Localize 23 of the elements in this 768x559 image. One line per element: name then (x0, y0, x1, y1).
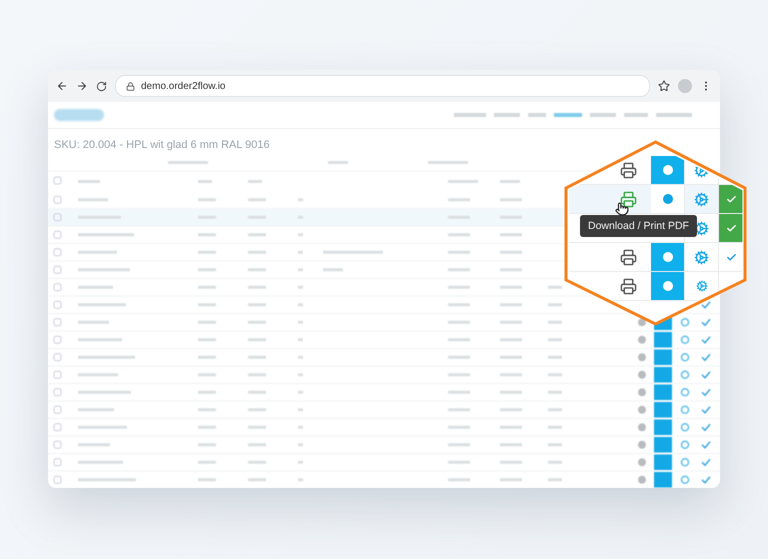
forward-icon[interactable] (76, 80, 88, 92)
settings-button[interactable] (651, 156, 685, 184)
settings-button[interactable] (651, 185, 685, 213)
settings-button[interactable] (651, 243, 685, 271)
settings-button[interactable] (651, 272, 685, 300)
check-icon (726, 194, 736, 204)
printer-icon[interactable] (620, 278, 637, 294)
back-icon[interactable] (56, 80, 68, 92)
printer-icon[interactable] (620, 248, 637, 266)
printer-icon[interactable] (620, 162, 637, 178)
done-button[interactable] (719, 185, 743, 213)
printer-icon[interactable] (620, 190, 637, 208)
address-bar[interactable]: demo.order2flow.io (115, 75, 650, 97)
lock-icon (126, 82, 135, 90)
done-button[interactable] (719, 214, 743, 242)
bookmark-icon[interactable] (658, 80, 670, 92)
page-title: SKU: 20.004 - HPL wit glad 6 mm RAL 9016 (53, 138, 271, 153)
check-icon (726, 252, 736, 262)
check-icon (726, 222, 736, 234)
logo-icon (54, 109, 104, 121)
url-text: demo.order2flow.io (141, 80, 226, 92)
download-tooltip: Download / Print PDF (580, 215, 697, 237)
reload-icon[interactable] (96, 80, 107, 92)
